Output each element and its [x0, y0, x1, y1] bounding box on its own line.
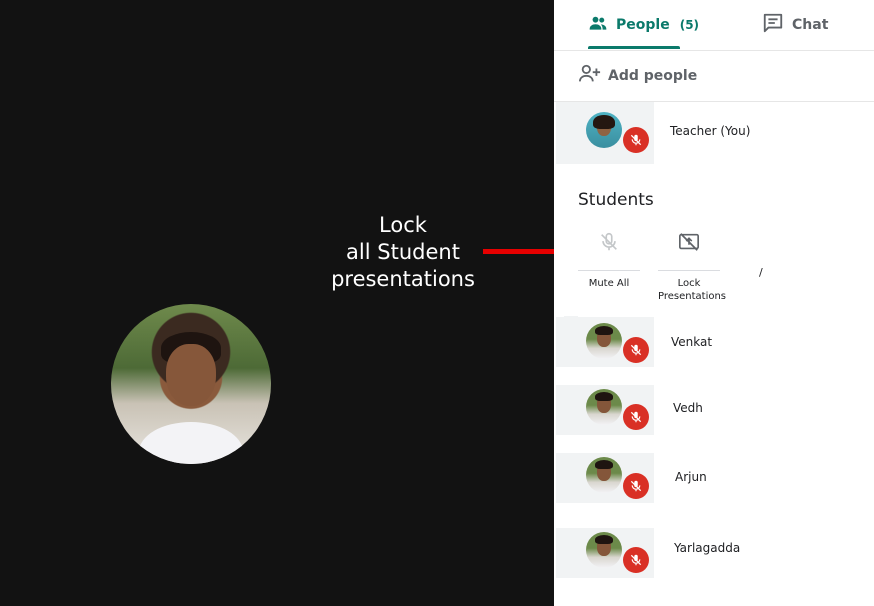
student-avatar: [586, 323, 622, 359]
student-name: Yarlagadda: [674, 541, 741, 555]
mute-all-label: Mute All: [588, 278, 630, 289]
annotation-callout: Lock all Student presentations: [318, 212, 488, 293]
student-avatar: [586, 457, 622, 493]
tab-active-indicator: [588, 46, 680, 49]
mic-off-icon[interactable]: [623, 127, 649, 153]
stray-mark: /: [759, 266, 763, 279]
add-people-button[interactable]: Add people: [578, 62, 697, 90]
mic-off-icon[interactable]: [623, 473, 649, 499]
tab-people[interactable]: People (5): [588, 0, 699, 50]
student-avatar: [586, 389, 622, 425]
avatar-tile: [556, 317, 654, 367]
mic-off-icon[interactable]: [623, 404, 649, 430]
mute-all-button[interactable]: Mute All: [578, 228, 640, 290]
avatar-tile: [556, 453, 654, 503]
student-row[interactable]: Venkat: [556, 317, 874, 367]
tab-people-label: People: [616, 17, 670, 33]
teacher-row[interactable]: Teacher (You): [556, 102, 874, 164]
avatar-tile: [556, 102, 654, 164]
callout-line-3: presentations: [331, 267, 475, 291]
control-divider: [578, 270, 640, 271]
people-icon: [588, 13, 608, 37]
avatar-shirt: [139, 422, 243, 464]
presenter-avatar: [111, 304, 271, 464]
avatar-tile: [556, 385, 654, 435]
callout-line-2: all Student: [346, 240, 460, 264]
lock-presentations-button[interactable]: Lock Presentations: [658, 228, 727, 303]
student-name: Venkat: [671, 335, 713, 349]
avatar-face: [166, 344, 216, 406]
lock-presentation-icon: [677, 231, 701, 257]
student-row[interactable]: Vedh: [556, 385, 874, 435]
panel-tabs: People (5) Chat: [554, 0, 874, 51]
add-people-label: Add people: [608, 68, 698, 84]
student-name: Vedh: [673, 401, 703, 415]
add-person-icon: [578, 63, 602, 89]
students-heading: Students: [578, 190, 654, 210]
tab-chat-label: Chat: [792, 17, 829, 33]
chat-icon: [762, 12, 784, 38]
callout-line-1: Lock: [379, 213, 427, 237]
control-divider: [658, 270, 720, 271]
tab-chat[interactable]: Chat: [762, 0, 828, 50]
mic-off-icon[interactable]: [623, 547, 649, 573]
student-row[interactable]: Arjun: [556, 453, 874, 503]
people-panel: People (5) Chat Add people Teacher (You)…: [554, 0, 874, 606]
lock-presentations-label: Lock Presentations: [658, 278, 727, 302]
teacher-avatar: [586, 112, 622, 148]
video-stage: Lock all Student presentations: [0, 0, 671, 606]
tab-people-count: (5): [679, 18, 700, 32]
avatar-tile: [556, 528, 654, 578]
mic-off-icon: [598, 231, 620, 257]
student-name: Arjun: [675, 469, 707, 484]
student-avatar: [586, 532, 622, 568]
teacher-name: Teacher (You): [670, 124, 751, 138]
student-row[interactable]: Yarlagadda: [556, 528, 874, 578]
mic-off-icon[interactable]: [623, 337, 649, 363]
